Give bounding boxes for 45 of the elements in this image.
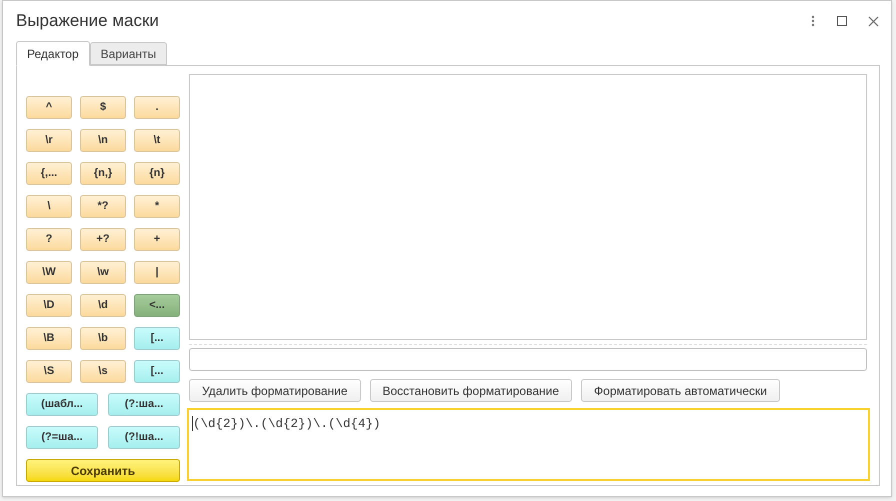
regex-token-button[interactable]: \t <box>134 129 180 152</box>
format-button[interactable]: Восстановить форматирование <box>370 379 572 402</box>
regex-token-button[interactable]: \b <box>80 327 126 350</box>
expression-editor[interactable]: (\d{2})\.(\d{2})\.(\d{4}) <box>187 408 870 481</box>
regex-token-button[interactable]: \s <box>80 360 126 383</box>
regex-token-button[interactable]: \D <box>26 294 72 317</box>
regex-expression: (\d{2})\.(\d{2})\.(\d{4}) <box>193 416 381 433</box>
regex-token-button[interactable]: \S <box>26 360 72 383</box>
regex-token-button[interactable]: {n,} <box>80 162 126 185</box>
regex-token-button[interactable]: ? <box>26 228 72 251</box>
window-title: Выражение маски <box>16 10 160 32</box>
regex-token-button[interactable]: \w <box>80 261 126 284</box>
regex-token-button[interactable]: +? <box>80 228 126 251</box>
regex-token-button[interactable]: \r <box>26 129 72 152</box>
text-cursor <box>192 416 193 431</box>
input-field[interactable] <box>189 348 867 371</box>
regex-token-button[interactable]: * <box>134 195 180 218</box>
regex-token-button[interactable]: (?:ша... <box>108 393 180 416</box>
tab[interactable]: Редактор <box>16 41 90 66</box>
tab[interactable]: Варианты <box>90 42 168 65</box>
regex-token-button[interactable]: \B <box>26 327 72 350</box>
close-icon[interactable] <box>868 16 879 26</box>
regex-token-button[interactable]: \W <box>26 261 72 284</box>
regex-token-button[interactable]: <... <box>134 294 180 317</box>
regex-token-button[interactable]: . <box>134 96 180 119</box>
regex-token-button[interactable]: \ <box>26 195 72 218</box>
regex-token-button[interactable]: [... <box>134 327 180 350</box>
regex-token-button[interactable]: \d <box>80 294 126 317</box>
regex-token-button[interactable]: | <box>134 261 180 284</box>
more-icon[interactable] <box>811 15 815 27</box>
regex-token-button[interactable]: \n <box>80 129 126 152</box>
regex-token-button[interactable]: ^ <box>26 96 72 119</box>
format-button[interactable]: Удалить форматирование <box>189 379 360 402</box>
regex-token-button[interactable]: $ <box>80 96 126 119</box>
regex-token-button[interactable]: (?=ша... <box>26 426 98 449</box>
maximize-icon[interactable] <box>837 16 847 26</box>
format-button[interactable]: Форматировать автоматически <box>581 379 780 402</box>
regex-token-button[interactable]: {n} <box>134 162 180 185</box>
regex-token-button[interactable]: *? <box>80 195 126 218</box>
regex-token-button[interactable]: (шабл... <box>26 393 98 416</box>
regex-token-button[interactable]: [... <box>134 360 180 383</box>
regex-token-button[interactable]: + <box>134 228 180 251</box>
regex-token-button[interactable]: {,... <box>26 162 72 185</box>
save-button[interactable]: Сохранить <box>26 459 180 482</box>
regex-token-button[interactable]: (?!ша... <box>108 426 180 449</box>
